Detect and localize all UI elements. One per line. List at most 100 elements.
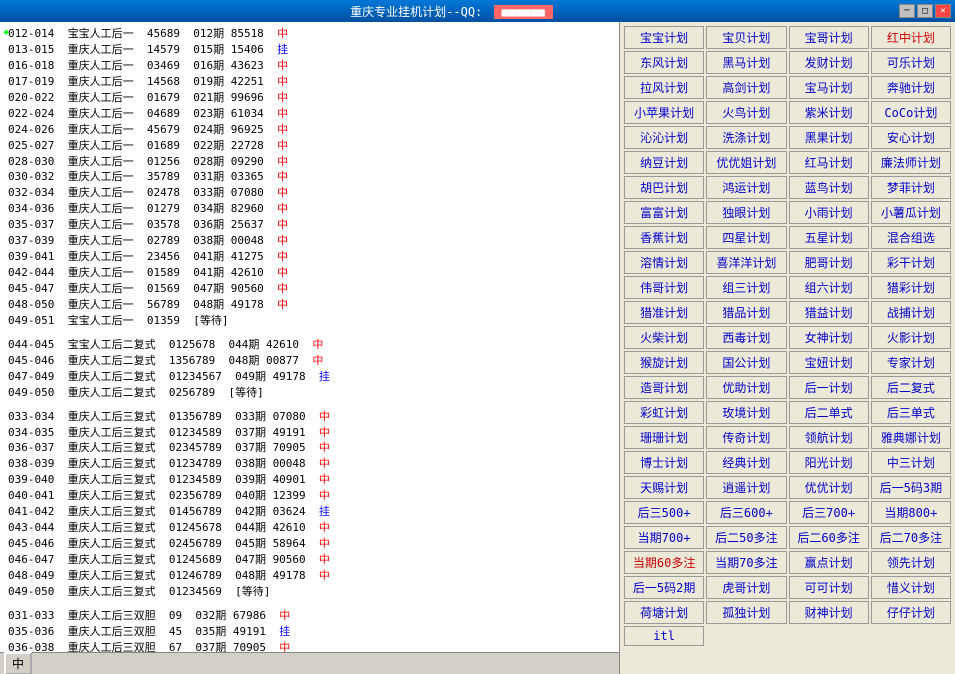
plan-cell[interactable]: 领先计划	[871, 551, 951, 574]
plan-cell[interactable]: 小苹果计划	[624, 101, 704, 124]
plan-cell[interactable]: 后二70多注	[871, 526, 951, 549]
plan-cell[interactable]: 仔仔计划	[871, 601, 951, 624]
plan-cell[interactable]: 蓝鸟计划	[789, 176, 869, 199]
right-panel[interactable]: 宝宝计划宝贝计划宝哥计划红中计划东风计划黑马计划发财计划可乐计划拉风计划高剑计划…	[620, 22, 955, 674]
plan-cell[interactable]: CoCo计划	[871, 101, 951, 124]
plan-cell[interactable]: 伟哥计划	[624, 276, 704, 299]
plan-cell[interactable]: 火柴计划	[624, 326, 704, 349]
plan-cell[interactable]: 后三500+	[624, 501, 704, 524]
plan-cell[interactable]: 中三计划	[871, 451, 951, 474]
plan-cell[interactable]: 宝哥计划	[789, 26, 869, 49]
plan-cell[interactable]: 珊珊计划	[624, 426, 704, 449]
plan-cell[interactable]: 女神计划	[789, 326, 869, 349]
plan-cell[interactable]: 纳豆计划	[624, 151, 704, 174]
plan-cell[interactable]: 火鸟计划	[706, 101, 786, 124]
plan-cell[interactable]: 后三600+	[706, 501, 786, 524]
plan-cell[interactable]: 惜义计划	[871, 576, 951, 599]
plan-cell[interactable]: 猎准计划	[624, 301, 704, 324]
plan-cell[interactable]: 鸿运计划	[706, 176, 786, 199]
plan-cell[interactable]: 洗涤计划	[706, 126, 786, 149]
plan-cell[interactable]: 红马计划	[789, 151, 869, 174]
plan-cell[interactable]: 宝宝计划	[624, 26, 704, 49]
plan-cell[interactable]: 高剑计划	[706, 76, 786, 99]
plan-cell[interactable]: 发财计划	[789, 51, 869, 74]
plan-cell[interactable]: 国公计划	[706, 351, 786, 374]
plan-cell[interactable]: 猎品计划	[706, 301, 786, 324]
plan-cell[interactable]: 荷塘计划	[624, 601, 704, 624]
plan-cell[interactable]: 后二复式	[871, 376, 951, 399]
plan-cell[interactable]: 传奇计划	[706, 426, 786, 449]
plan-cell[interactable]: 梦菲计划	[871, 176, 951, 199]
plan-cell[interactable]: 猎益计划	[789, 301, 869, 324]
plan-cell[interactable]: 宝马计划	[789, 76, 869, 99]
plan-cell[interactable]: 安心计划	[871, 126, 951, 149]
plan-cell[interactable]: 东风计划	[624, 51, 704, 74]
plan-cell[interactable]: 彩虹计划	[624, 401, 704, 424]
plan-cell[interactable]: 当期60多注	[624, 551, 704, 574]
plan-cell[interactable]: 后二单式	[789, 401, 869, 424]
plan-cell[interactable]: 沁沁计划	[624, 126, 704, 149]
plan-cell[interactable]: 肥哥计划	[789, 251, 869, 274]
plan-cell[interactable]: 猎彩计划	[871, 276, 951, 299]
plan-cell[interactable]: 黑马计划	[706, 51, 786, 74]
plan-cell[interactable]: 后一计划	[789, 376, 869, 399]
plan-cell[interactable]: 后三700+	[789, 501, 869, 524]
plan-cell[interactable]: 孤独计划	[706, 601, 786, 624]
plan-cell[interactable]: 经典计划	[706, 451, 786, 474]
plan-cell[interactable]: 富富计划	[624, 201, 704, 224]
plan-cell[interactable]: 领航计划	[789, 426, 869, 449]
plan-cell[interactable]: 可乐计划	[871, 51, 951, 74]
status-button[interactable]: 中	[4, 652, 32, 674]
plan-cell[interactable]: 拉风计划	[624, 76, 704, 99]
plan-cell[interactable]: 紫米计划	[789, 101, 869, 124]
plan-cell[interactable]: 组六计划	[789, 276, 869, 299]
plan-cell[interactable]: 小雨计划	[789, 201, 869, 224]
plan-cell[interactable]: 香蕉计划	[624, 226, 704, 249]
plan-cell[interactable]: 宝妞计划	[789, 351, 869, 374]
plan-cell[interactable]: 玫境计划	[706, 401, 786, 424]
plan-cell[interactable]: 彩干计划	[871, 251, 951, 274]
restore-button[interactable]: □	[917, 4, 933, 18]
plan-cell[interactable]: 猴旋计划	[624, 351, 704, 374]
plan-cell[interactable]: 后二50多注	[706, 526, 786, 549]
plan-cell[interactable]: 黑果计划	[789, 126, 869, 149]
plan-cell[interactable]: 溶情计划	[624, 251, 704, 274]
plan-cell[interactable]: 喜洋洋计划	[706, 251, 786, 274]
plan-cell[interactable]: 奔驰计划	[871, 76, 951, 99]
plan-cell[interactable]: 优助计划	[706, 376, 786, 399]
plan-cell[interactable]: 战捕计划	[871, 301, 951, 324]
plan-cell[interactable]: 红中计划	[871, 26, 951, 49]
plan-cell[interactable]: 虎哥计划	[706, 576, 786, 599]
plan-cell[interactable]: 宝贝计划	[706, 26, 786, 49]
plan-cell[interactable]: 当期800+	[871, 501, 951, 524]
plan-cell[interactable]: 五星计划	[789, 226, 869, 249]
plan-cell[interactable]: 四星计划	[706, 226, 786, 249]
plan-cell[interactable]: 专家计划	[871, 351, 951, 374]
plan-cell[interactable]: 雅典娜计划	[871, 426, 951, 449]
plan-cell[interactable]: 西毒计划	[706, 326, 786, 349]
plan-cell[interactable]: 混合组选	[871, 226, 951, 249]
plan-cell[interactable]: 赢点计划	[789, 551, 869, 574]
plan-cell[interactable]: 后一5码2期	[624, 576, 704, 599]
plan-cell[interactable]: 当期700+	[624, 526, 704, 549]
plan-cell[interactable]: 优优计划	[789, 476, 869, 499]
plan-cell[interactable]: 当期70多注	[706, 551, 786, 574]
close-button[interactable]: ✕	[935, 4, 951, 18]
plan-cell[interactable]: 博士计划	[624, 451, 704, 474]
plan-cell[interactable]: 后二60多注	[789, 526, 869, 549]
plan-cell[interactable]: 独眼计划	[706, 201, 786, 224]
plan-cell[interactable]: 造哥计划	[624, 376, 704, 399]
plan-cell[interactable]: 廉法师计划	[871, 151, 951, 174]
plan-cell[interactable]: 阳光计划	[789, 451, 869, 474]
minimize-button[interactable]: ─	[899, 4, 915, 18]
plan-cell[interactable]: 小薯瓜计划	[871, 201, 951, 224]
plan-cell[interactable]: 后三单式	[871, 401, 951, 424]
plan-cell[interactable]: 后一5码3期	[871, 476, 951, 499]
plan-cell[interactable]: 逍遥计划	[706, 476, 786, 499]
plan-cell[interactable]: 财神计划	[789, 601, 869, 624]
left-panel-list[interactable]: 012-014 宝宝人工后一 45689 012期 85518 中013-015…	[0, 22, 619, 652]
plan-cell[interactable]: 胡巴计划	[624, 176, 704, 199]
plan-cell[interactable]: 天赐计划	[624, 476, 704, 499]
plan-cell[interactable]: itl	[624, 626, 704, 646]
plan-cell[interactable]: 火影计划	[871, 326, 951, 349]
